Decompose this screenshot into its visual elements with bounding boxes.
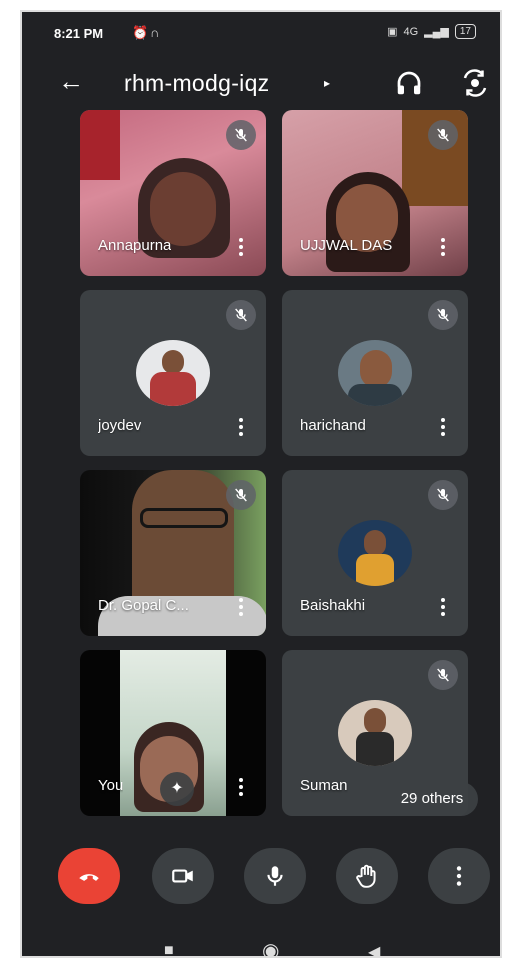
participant-name: UJJWAL DAS <box>300 237 393 254</box>
participant-video <box>132 470 234 610</box>
effects-sparkle-icon[interactable]: ✦ <box>160 772 194 806</box>
mic-off-icon <box>428 120 458 150</box>
end-call-button[interactable] <box>58 848 120 904</box>
participant-tile[interactable]: Dr. Gopal C... <box>80 470 266 636</box>
participant-name: Dr. Gopal C... <box>98 597 189 614</box>
microphone-icon <box>267 866 283 886</box>
status-bar: 8:21 PM ⏰ ∩ ▣ 4G ▂▄▆ 17 <box>22 12 500 52</box>
back-arrow-icon[interactable]: ← <box>58 66 84 97</box>
meeting-code-title[interactable]: rhm-modg-iqz <box>124 70 269 97</box>
hand-icon <box>356 864 376 888</box>
avatar <box>136 340 210 406</box>
more-vert-icon[interactable] <box>238 776 244 798</box>
mic-off-icon <box>226 120 256 150</box>
mic-off-icon <box>428 480 458 510</box>
mic-off-icon <box>428 660 458 690</box>
more-options-button[interactable] <box>428 848 490 904</box>
participant-name: joydev <box>98 417 142 434</box>
sim-icon: ▣ <box>387 26 398 38</box>
avatar <box>338 520 412 586</box>
glasses <box>140 508 228 528</box>
status-right-icons: ▣ 4G ▂▄▆ 17 <box>387 24 476 39</box>
mic-off-icon <box>226 480 256 510</box>
participant-name: Suman <box>300 777 348 794</box>
more-vert-icon[interactable] <box>238 236 244 258</box>
phone-hangup-icon <box>79 874 99 881</box>
mic-off-icon <box>226 300 256 330</box>
more-vert-icon[interactable] <box>238 416 244 438</box>
participant-tile[interactable]: Baishakhi <box>282 470 468 636</box>
signal-icon: ▂▄▆ <box>424 26 449 38</box>
home-nav-icon[interactable]: ◉ <box>262 938 279 956</box>
participant-tile[interactable]: harichand <box>282 290 468 456</box>
participant-tile[interactable]: UJJWAL DAS <box>282 110 468 276</box>
participant-name: Annapurna <box>98 237 172 254</box>
recents-nav-icon[interactable]: ■ <box>164 942 174 956</box>
video-camera-icon <box>172 869 193 883</box>
participant-name: You <box>98 777 124 794</box>
battery-icon: 17 <box>454 24 476 39</box>
more-vert-icon[interactable] <box>440 236 446 258</box>
participant-name: harichand <box>300 417 366 434</box>
phone-screen: 8:21 PM ⏰ ∩ ▣ 4G ▂▄▆ 17 ← rhm-modg-iqz ▸ <box>20 10 502 958</box>
mic-off-icon <box>428 300 458 330</box>
headphones-icon[interactable] <box>394 68 424 98</box>
camera-toggle-button[interactable] <box>152 848 214 904</box>
more-vert-icon[interactable] <box>440 596 446 618</box>
raise-hand-button[interactable] <box>336 848 398 904</box>
more-vert-icon[interactable] <box>238 596 244 618</box>
others-count-badge[interactable]: 29 others <box>386 782 478 816</box>
participant-name: Baishakhi <box>300 597 366 614</box>
network-label: 4G <box>403 25 419 38</box>
video-background <box>80 110 120 180</box>
participant-tile[interactable]: You ✦ <box>80 650 266 816</box>
participant-tile[interactable]: joydev <box>80 290 266 456</box>
headset-status-icon: ∩ <box>150 25 160 40</box>
back-nav-icon[interactable]: ◀ <box>368 942 380 956</box>
participant-tile[interactable]: Annapurna <box>80 110 266 276</box>
alarm-icon: ⏰ <box>132 25 149 40</box>
more-vert-icon[interactable] <box>440 416 446 438</box>
participant-face <box>150 172 216 246</box>
microphone-toggle-button[interactable] <box>244 848 306 904</box>
app-bar: ← rhm-modg-iqz ▸ <box>22 60 500 108</box>
caret-right-icon[interactable]: ▸ <box>324 76 330 90</box>
avatar <box>338 700 412 766</box>
avatar <box>338 340 412 406</box>
more-vert-icon <box>456 866 462 886</box>
status-time: 8:21 PM <box>54 26 104 41</box>
switch-camera-icon[interactable] <box>460 68 490 98</box>
